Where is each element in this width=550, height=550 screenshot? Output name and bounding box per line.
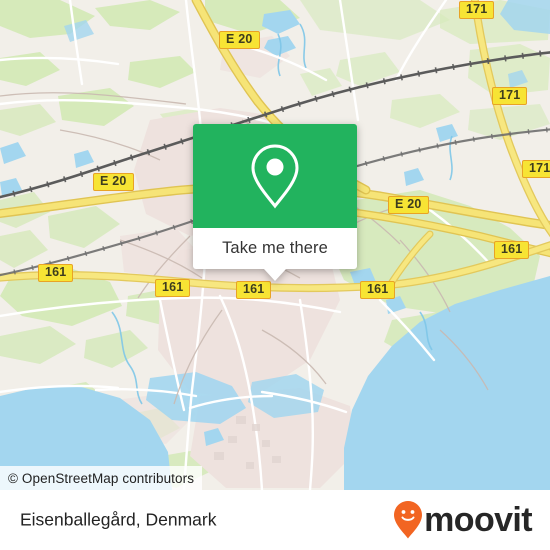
road-shield-161-far-right: 161 (494, 241, 530, 259)
road-shield-e20-right: E 20 (388, 196, 429, 214)
moovit-logo[interactable]: moovit (393, 500, 533, 540)
osm-attribution[interactable]: © OpenStreetMap contributors (0, 466, 203, 490)
road-shield-171-lower: 171 (522, 160, 550, 178)
popup-pin-area (193, 124, 357, 228)
footer-bar: Eisenballegård, Denmark moovit (0, 490, 550, 550)
place-name-label: Eisenballegård, Denmark (20, 509, 217, 530)
road-shield-171-mid: 171 (492, 87, 528, 105)
road-shield-161-center: 161 (236, 281, 272, 299)
location-pin-icon (251, 144, 299, 209)
moovit-wordmark: moovit (424, 501, 532, 539)
road-shield-e20-top: E 20 (219, 31, 260, 49)
map-pin-smile-icon (394, 501, 423, 539)
road-shield-e20-left: E 20 (93, 173, 134, 191)
popup-tail (264, 269, 286, 281)
osm-attribution-text: © OpenStreetMap contributors (8, 470, 195, 486)
road-shield-171-top: 171 (459, 1, 495, 19)
moovit-map-page: E 20 E 20 E 20 171 171 171 161 161 161 1… (0, 0, 550, 550)
road-shield-161-far-left: 161 (38, 264, 74, 282)
take-me-there-label: Take me there (222, 239, 328, 257)
road-shield-161-right: 161 (360, 281, 396, 299)
popup-action-area[interactable]: Take me there (193, 228, 357, 269)
take-me-there-popup[interactable]: Take me there (193, 124, 357, 281)
road-shield-161-left: 161 (155, 279, 191, 297)
